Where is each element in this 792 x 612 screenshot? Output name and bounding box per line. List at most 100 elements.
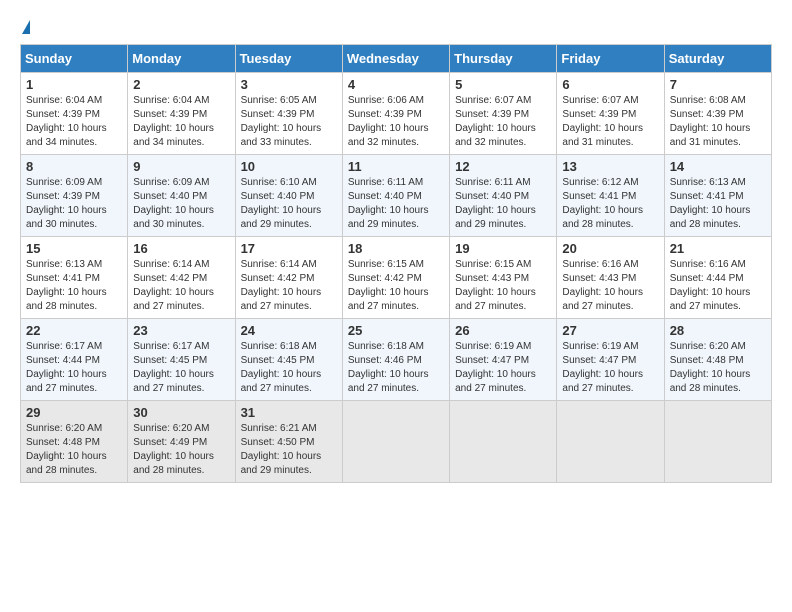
day-number: 11 <box>348 159 444 174</box>
day-info: Sunrise: 6:20 AM Sunset: 4:49 PM Dayligh… <box>133 422 229 478</box>
calendar-week-row: 29 Sunrise: 6:20 AM Sunset: 4:48 PM Dayli… <box>21 401 772 483</box>
day-number: 3 <box>241 77 337 92</box>
calendar-cell: 27 Sunrise: 6:19 AM Sunset: 4:47 PM Dayli… <box>557 319 664 401</box>
day-number: 1 <box>26 77 122 92</box>
day-number: 27 <box>562 323 658 338</box>
day-info: Sunrise: 6:10 AM Sunset: 4:40 PM Dayligh… <box>241 176 337 232</box>
calendar-cell: 10 Sunrise: 6:10 AM Sunset: 4:40 PM Dayli… <box>235 155 342 237</box>
day-info: Sunrise: 6:20 AM Sunset: 4:48 PM Dayligh… <box>26 422 122 478</box>
calendar-cell: 7 Sunrise: 6:08 AM Sunset: 4:39 PM Daylig… <box>664 73 771 155</box>
day-info: Sunrise: 6:13 AM Sunset: 4:41 PM Dayligh… <box>670 176 766 232</box>
day-number: 14 <box>670 159 766 174</box>
day-number: 13 <box>562 159 658 174</box>
day-number: 21 <box>670 241 766 256</box>
calendar-cell: 30 Sunrise: 6:20 AM Sunset: 4:49 PM Dayli… <box>128 401 235 483</box>
day-number: 31 <box>241 405 337 420</box>
day-info: Sunrise: 6:07 AM Sunset: 4:39 PM Dayligh… <box>562 94 658 150</box>
day-info: Sunrise: 6:17 AM Sunset: 4:45 PM Dayligh… <box>133 340 229 396</box>
day-number: 23 <box>133 323 229 338</box>
calendar-cell: 13 Sunrise: 6:12 AM Sunset: 4:41 PM Dayli… <box>557 155 664 237</box>
weekday-header-tuesday: Tuesday <box>235 45 342 73</box>
day-number: 24 <box>241 323 337 338</box>
day-info: Sunrise: 6:20 AM Sunset: 4:48 PM Dayligh… <box>670 340 766 396</box>
day-number: 17 <box>241 241 337 256</box>
calendar-cell: 2 Sunrise: 6:04 AM Sunset: 4:39 PM Daylig… <box>128 73 235 155</box>
day-number: 8 <box>26 159 122 174</box>
calendar-cell <box>342 401 449 483</box>
day-number: 20 <box>562 241 658 256</box>
calendar-cell: 11 Sunrise: 6:11 AM Sunset: 4:40 PM Dayli… <box>342 155 449 237</box>
day-number: 30 <box>133 405 229 420</box>
logo <box>20 20 30 34</box>
day-info: Sunrise: 6:09 AM Sunset: 4:40 PM Dayligh… <box>133 176 229 232</box>
calendar-header-row: SundayMondayTuesdayWednesdayThursdayFrid… <box>21 45 772 73</box>
calendar-cell: 15 Sunrise: 6:13 AM Sunset: 4:41 PM Dayli… <box>21 237 128 319</box>
calendar-cell <box>557 401 664 483</box>
day-info: Sunrise: 6:15 AM Sunset: 4:43 PM Dayligh… <box>455 258 551 314</box>
day-info: Sunrise: 6:11 AM Sunset: 4:40 PM Dayligh… <box>455 176 551 232</box>
day-info: Sunrise: 6:11 AM Sunset: 4:40 PM Dayligh… <box>348 176 444 232</box>
calendar-cell: 31Sunrise: 6:21 AM Sunset: 4:50 PM Dayli… <box>235 401 342 483</box>
weekday-header-wednesday: Wednesday <box>342 45 449 73</box>
calendar-cell: 22 Sunrise: 6:17 AM Sunset: 4:44 PM Dayli… <box>21 319 128 401</box>
day-number: 7 <box>670 77 766 92</box>
calendar-cell: 24Sunrise: 6:18 AM Sunset: 4:45 PM Dayli… <box>235 319 342 401</box>
calendar-week-row: 22 Sunrise: 6:17 AM Sunset: 4:44 PM Dayli… <box>21 319 772 401</box>
day-info: Sunrise: 6:12 AM Sunset: 4:41 PM Dayligh… <box>562 176 658 232</box>
day-number: 22 <box>26 323 122 338</box>
day-info: Sunrise: 6:14 AM Sunset: 4:42 PM Dayligh… <box>241 258 337 314</box>
day-info: Sunrise: 6:07 AM Sunset: 4:39 PM Dayligh… <box>455 94 551 150</box>
calendar-cell: 5 Sunrise: 6:07 AM Sunset: 4:39 PM Daylig… <box>450 73 557 155</box>
day-info: Sunrise: 6:13 AM Sunset: 4:41 PM Dayligh… <box>26 258 122 314</box>
day-info: Sunrise: 6:17 AM Sunset: 4:44 PM Dayligh… <box>26 340 122 396</box>
day-number: 29 <box>26 405 122 420</box>
day-info: Sunrise: 6:04 AM Sunset: 4:39 PM Dayligh… <box>26 94 122 150</box>
calendar-cell: 4Sunrise: 6:06 AM Sunset: 4:39 PM Daylig… <box>342 73 449 155</box>
weekday-header-thursday: Thursday <box>450 45 557 73</box>
day-info: Sunrise: 6:19 AM Sunset: 4:47 PM Dayligh… <box>562 340 658 396</box>
calendar-week-row: 1 Sunrise: 6:04 AM Sunset: 4:39 PM Daylig… <box>21 73 772 155</box>
calendar-cell <box>450 401 557 483</box>
weekday-header-saturday: Saturday <box>664 45 771 73</box>
day-number: 26 <box>455 323 551 338</box>
calendar-cell: 20 Sunrise: 6:16 AM Sunset: 4:43 PM Dayli… <box>557 237 664 319</box>
day-info: Sunrise: 6:08 AM Sunset: 4:39 PM Dayligh… <box>670 94 766 150</box>
day-info: Sunrise: 6:04 AM Sunset: 4:39 PM Dayligh… <box>133 94 229 150</box>
day-number: 18 <box>348 241 444 256</box>
calendar-table: SundayMondayTuesdayWednesdayThursdayFrid… <box>20 44 772 483</box>
day-info: Sunrise: 6:15 AM Sunset: 4:42 PM Dayligh… <box>348 258 444 314</box>
day-info: Sunrise: 6:16 AM Sunset: 4:44 PM Dayligh… <box>670 258 766 314</box>
logo-triangle-icon <box>22 20 30 34</box>
day-info: Sunrise: 6:14 AM Sunset: 4:42 PM Dayligh… <box>133 258 229 314</box>
calendar-cell: 25Sunrise: 6:18 AM Sunset: 4:46 PM Dayli… <box>342 319 449 401</box>
day-info: Sunrise: 6:19 AM Sunset: 4:47 PM Dayligh… <box>455 340 551 396</box>
calendar-cell: 29 Sunrise: 6:20 AM Sunset: 4:48 PM Dayli… <box>21 401 128 483</box>
day-number: 19 <box>455 241 551 256</box>
calendar-week-row: 15 Sunrise: 6:13 AM Sunset: 4:41 PM Dayli… <box>21 237 772 319</box>
day-number: 4 <box>348 77 444 92</box>
calendar-cell: 9 Sunrise: 6:09 AM Sunset: 4:40 PM Daylig… <box>128 155 235 237</box>
calendar-cell: 3Sunrise: 6:05 AM Sunset: 4:39 PM Daylig… <box>235 73 342 155</box>
calendar-cell: 6 Sunrise: 6:07 AM Sunset: 4:39 PM Daylig… <box>557 73 664 155</box>
calendar-cell: 19 Sunrise: 6:15 AM Sunset: 4:43 PM Dayli… <box>450 237 557 319</box>
calendar-cell: 14 Sunrise: 6:13 AM Sunset: 4:41 PM Dayli… <box>664 155 771 237</box>
day-number: 5 <box>455 77 551 92</box>
day-number: 9 <box>133 159 229 174</box>
day-number: 12 <box>455 159 551 174</box>
calendar-cell: 21 Sunrise: 6:16 AM Sunset: 4:44 PM Dayli… <box>664 237 771 319</box>
calendar-cell: 23 Sunrise: 6:17 AM Sunset: 4:45 PM Dayli… <box>128 319 235 401</box>
day-info: Sunrise: 6:16 AM Sunset: 4:43 PM Dayligh… <box>562 258 658 314</box>
calendar-cell: 12 Sunrise: 6:11 AM Sunset: 4:40 PM Dayli… <box>450 155 557 237</box>
day-number: 10 <box>241 159 337 174</box>
calendar-cell: 26 Sunrise: 6:19 AM Sunset: 4:47 PM Dayli… <box>450 319 557 401</box>
weekday-header-friday: Friday <box>557 45 664 73</box>
day-number: 25 <box>348 323 444 338</box>
page-header <box>20 20 772 34</box>
calendar-cell: 16 Sunrise: 6:14 AM Sunset: 4:42 PM Dayli… <box>128 237 235 319</box>
day-number: 2 <box>133 77 229 92</box>
weekday-header-sunday: Sunday <box>21 45 128 73</box>
day-number: 28 <box>670 323 766 338</box>
day-number: 16 <box>133 241 229 256</box>
day-number: 6 <box>562 77 658 92</box>
day-number: 15 <box>26 241 122 256</box>
